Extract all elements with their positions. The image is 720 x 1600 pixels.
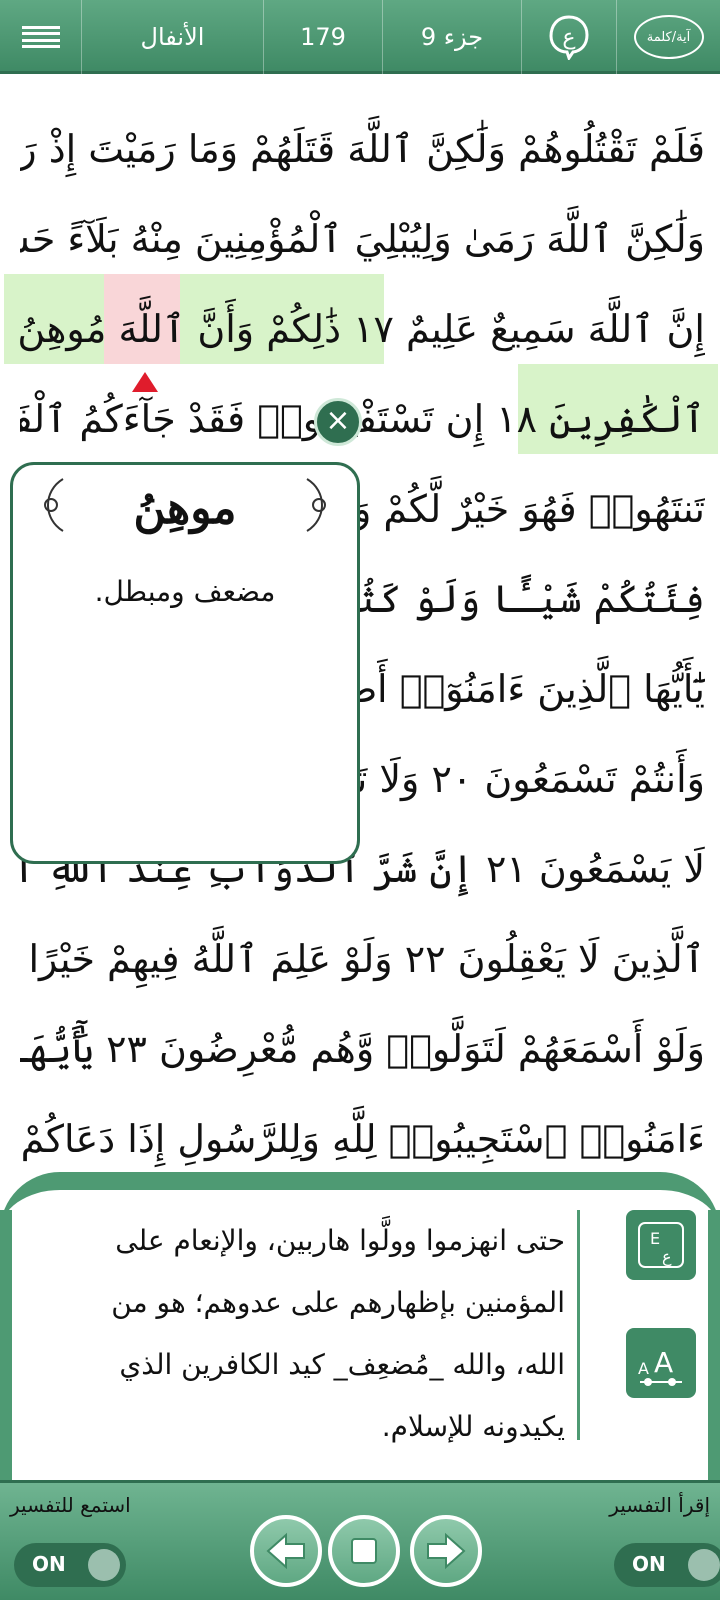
ain-button[interactable]: ع — [521, 0, 616, 74]
toggle-state: ON — [632, 1552, 666, 1576]
toggle-knob — [688, 1549, 720, 1581]
read-tafsir-toggle[interactable]: ON — [614, 1543, 720, 1587]
quran-line[interactable]: ٱلْكَٰفِرِينَ ١٨ إِن تَسْتَفْتِحُوا۟ فَق… — [20, 374, 705, 464]
stop-button[interactable] — [328, 1515, 400, 1587]
close-popup-button[interactable]: × — [314, 398, 362, 446]
menu-button[interactable] — [0, 0, 81, 74]
svg-text:A: A — [638, 1359, 649, 1378]
listen-tafsir-toggle[interactable]: ON — [14, 1543, 126, 1587]
quran-line[interactable]: ءَامَنُوا۟ ٱسْتَجِيبُوا۟ لِلَّهِ وَلِلرَ… — [20, 1094, 705, 1184]
font-size-button[interactable]: A A — [626, 1328, 696, 1398]
tafsir-panel: حتى انهزموا وولَّوا هاربين، والإنعام على… — [0, 1172, 720, 1480]
quran-line[interactable]: إِنَّ ٱللَّهَ سَمِيعٌ عَلِيمٌ ١٧ ذَٰلِكُ… — [20, 284, 705, 374]
font-size-icon: A A — [638, 1346, 682, 1386]
top-bar: الأنفال 179 جزء 9 ع آية/كلمة — [0, 0, 720, 74]
tafsir-text[interactable]: حتى انهزموا وولَّوا هاربين، والإنعام على… — [60, 1210, 580, 1443]
arrow-left-icon — [266, 1532, 305, 1570]
translate-button[interactable]: E ع — [626, 1210, 696, 1280]
quran-line[interactable]: فَلَمْ تَقْتُلُوهُمْ وَلَٰكِنَّ ٱللَّهَ … — [20, 104, 705, 194]
arrow-right-icon — [427, 1532, 466, 1570]
ain-icon: ع — [549, 15, 589, 60]
svg-text:ع: ع — [562, 25, 575, 50]
popup-meaning: مضعف ومبطل. — [94, 575, 276, 608]
tafsir-border-left — [0, 1210, 12, 1480]
read-tafsir-label: إقرأ التفسير — [609, 1493, 710, 1517]
popup-word: موهِنُ — [133, 483, 237, 534]
tafsir-border-right — [708, 1210, 720, 1480]
svg-text:E: E — [650, 1229, 660, 1248]
word-marker-icon — [132, 372, 158, 392]
listen-tafsir-label: استمع للتفسير — [10, 1493, 131, 1517]
mode-badge: آية/كلمة — [633, 15, 704, 59]
toggle-knob — [88, 1549, 120, 1581]
previous-button[interactable] — [250, 1515, 322, 1587]
surah-name[interactable]: الأنفال — [81, 0, 263, 74]
quran-line[interactable]: وَلَوْ أَسْمَعَهُمْ لَتَوَلَّوا۟ وَّهُم … — [20, 1004, 705, 1094]
juz-number[interactable]: جزء 9 — [382, 0, 521, 74]
svg-text:A: A — [654, 1346, 673, 1379]
stop-icon — [351, 1538, 377, 1564]
ayah-word-toggle[interactable]: آية/كلمة — [616, 0, 720, 74]
hamburger-icon — [21, 26, 60, 48]
svg-text:ع: ع — [662, 1247, 672, 1267]
word-meaning-popup: موهِنُ مضعف ومبطل. — [10, 462, 360, 864]
quran-line[interactable]: وَلَٰكِنَّ ٱللَّهَ رَمَىٰ وَلِيُبْلِيَ ٱ… — [20, 194, 705, 284]
close-circle-icon: × — [325, 403, 351, 438]
page-number[interactable]: 179 — [263, 0, 382, 74]
toggle-state: ON — [32, 1552, 66, 1576]
bottom-bar: استمع للتفسير إقرأ التفسير ON ON — [0, 1480, 720, 1600]
next-button[interactable] — [410, 1515, 482, 1587]
translate-icon: E ع — [638, 1222, 684, 1268]
quran-line[interactable]: ٱلَّذِينَ لَا يَعْقِلُونَ ٢٢ وَلَوْ عَلِ… — [20, 914, 705, 1004]
